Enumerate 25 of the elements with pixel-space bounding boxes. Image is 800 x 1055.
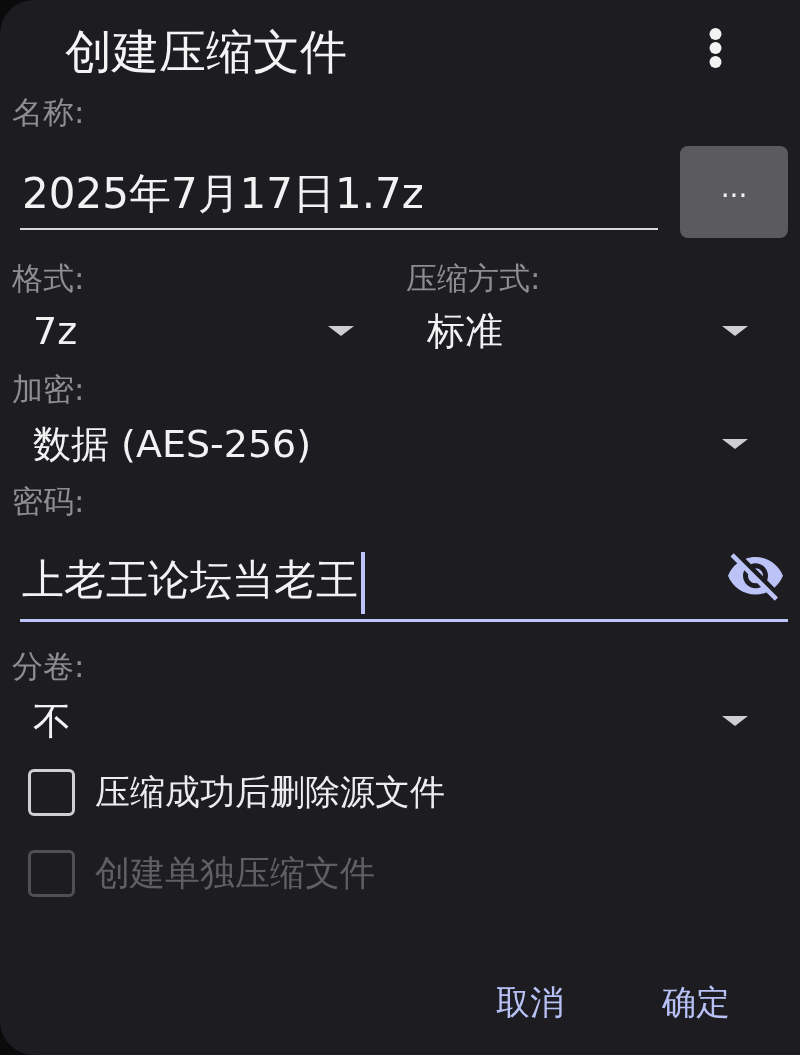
checkbox-label: 压缩成功后删除源文件 (95, 771, 445, 814)
checkbox-label: 创建单独压缩文件 (95, 852, 375, 895)
field-label: 加密: (12, 371, 85, 407)
field-label: 格式: (12, 260, 85, 296)
dropdown[interactable]: 不 (12, 692, 788, 750)
caret-icon (722, 439, 748, 449)
field-label: 压缩方式: (406, 260, 541, 296)
hide-password-icon[interactable] (728, 553, 783, 601)
more-options-icon[interactable] (709, 28, 722, 68)
field-label: 名称: (12, 94, 85, 130)
dropdown[interactable]: 7z (12, 302, 394, 360)
dropdown[interactable]: 数据 (AES-256) (12, 415, 788, 473)
field-label: 分卷: (12, 648, 85, 684)
caret-icon (722, 326, 748, 336)
dialog-button[interactable]: 取消 (476, 972, 584, 1032)
password-field[interactable]: 上老王论坛当老王 (20, 540, 788, 622)
dialog-button[interactable]: 确定 (642, 972, 750, 1032)
caret-icon (328, 326, 354, 336)
browse-button[interactable]: ... (680, 146, 788, 238)
caret-icon (722, 716, 748, 726)
text-cursor (361, 552, 365, 614)
dialog-title: 创建压缩文件 (65, 25, 347, 79)
dropdown[interactable]: 标准 (406, 302, 788, 360)
name-field[interactable]: 2025年7月17日1.7z (20, 146, 658, 230)
field-label: 密码: (12, 483, 85, 519)
